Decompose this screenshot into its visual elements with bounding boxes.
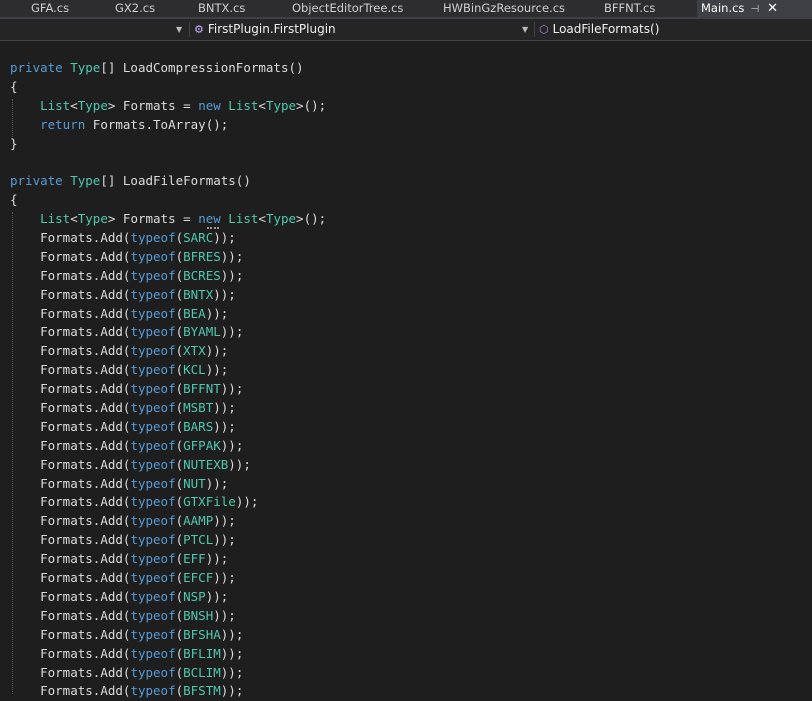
tab-hwbingzresource-cs[interactable]: HWBinGzResource.cs [443,0,565,17]
tab-bntx-cs[interactable]: BNTX.cs [198,0,245,17]
code-editor[interactable]: private Type[] LoadCompressionFormats() {… [0,41,812,698]
code-line: Formats.Add(typeof(EFCF)); [40,570,236,586]
tab-objecteditortree-cs[interactable]: ObjectEditorTree.cs [292,0,403,17]
tab-label: Main.cs [701,1,745,15]
code-line: Formats.Add(typeof(BYAML)); [40,324,244,340]
document-tab-bar: GFA.cs GX2.cs BNTX.cs ObjectEditorTree.c… [0,0,812,17]
code-line: Formats.Add(typeof(PTCL)); [40,532,236,548]
code-line: private Type[] LoadFileFormats() [10,173,251,189]
tab-gx2-cs[interactable]: GX2.cs [115,0,155,17]
code-line: Formats.Add(typeof(MSBT)); [40,400,236,416]
code-line: Formats.Add(typeof(BFSHA)); [40,626,244,642]
code-line: Formats.Add(typeof(BFRES)); [40,248,244,264]
code-line: Formats.Add(typeof(BNSH)); [40,607,236,623]
code-line: List<Type> Formats = new List<Type>(); [40,97,327,113]
code-line: Formats.Add(typeof(NUT)); [40,475,229,491]
code-line: Formats.Add(typeof(BNTX)); [40,286,236,302]
code-text: private Type[] LoadCompressionFormats() {… [10,59,326,701]
code-line: Formats.Add(typeof(BARS)); [40,418,236,434]
tab-label: HWBinGzResource.cs [443,1,566,15]
tab-label: GX2.cs [115,1,156,15]
member-name: LoadFileFormats() [552,22,660,36]
code-line: Formats.Add(typeof(KCL)); [40,362,229,378]
code-line: Formats.Add(typeof(GTXFile)); [40,494,259,510]
tab-label: ObjectEditorTree.cs [292,1,404,15]
code-line: return Formats.ToArray(); [40,116,229,132]
navbar-divider [534,22,535,37]
code-line: private Type[] LoadCompressionFormats() [10,60,304,75]
code-line: Formats.Add(typeof(AAMP)); [40,513,236,529]
suggestion-squiggle [207,225,219,229]
code-line: Formats.Add(typeof(NSP)); [40,588,229,604]
close-icon[interactable]: ✕ [767,1,778,16]
code-line: Formats.Add(typeof(BEA)); [40,305,229,321]
code-line: Formats.Add(typeof(XTX)); [40,343,229,359]
tab-main-cs[interactable]: Main.cs ⊣ ✕ [697,0,812,17]
tab-label: BFFNT.cs [604,1,656,15]
code-line: Formats.Add(typeof(BCLIM)); [40,664,244,680]
tab-gfa-cs[interactable]: GFA.cs [31,0,69,17]
member-dropdown[interactable]: ⬡ LoadFileFormats() [539,19,659,40]
tab-bffnt-cs[interactable]: BFFNT.cs [604,0,655,17]
code-line: Formats.Add(typeof(GFPAK)); [40,437,244,453]
chevron-down-icon[interactable]: ▼ [522,19,528,40]
navigation-bar: ▼ ⚙ FirstPlugin.FirstPlugin ▼ ⬡ LoadFileFo… [0,19,812,41]
code-line: List<Type> Formats = new List<Type>(); [40,211,327,227]
navbar-divider [189,22,190,37]
code-line: Formats.Add(typeof(NUTEXB)); [40,456,251,472]
code-line: Formats.Add(typeof(SARC)); [40,230,236,246]
tab-label: GFA.cs [31,1,70,15]
code-line: Formats.Add(typeof(BFFNT)); [40,381,244,397]
code-line: { [10,78,18,94]
pin-icon[interactable]: ⊣ [750,4,759,15]
code-line: Formats.Add(typeof(BFSTM)); [40,683,244,699]
code-line: { [10,192,18,208]
code-line: Formats.Add(typeof(BCRES)); [40,267,244,283]
class-name: FirstPlugin.FirstPlugin [207,22,336,36]
class-dropdown[interactable]: ⚙ FirstPlugin.FirstPlugin [194,19,336,40]
code-line: } [10,135,18,151]
code-line: Formats.Add(typeof(BFLIM)); [40,645,244,661]
code-line: Formats.Add(typeof(EFF)); [40,551,229,567]
tab-label: BNTX.cs [198,1,246,15]
method-icon: ⬡ [539,23,549,36]
chevron-down-icon[interactable]: ▼ [176,19,182,40]
class-icon: ⚙ [194,23,204,36]
